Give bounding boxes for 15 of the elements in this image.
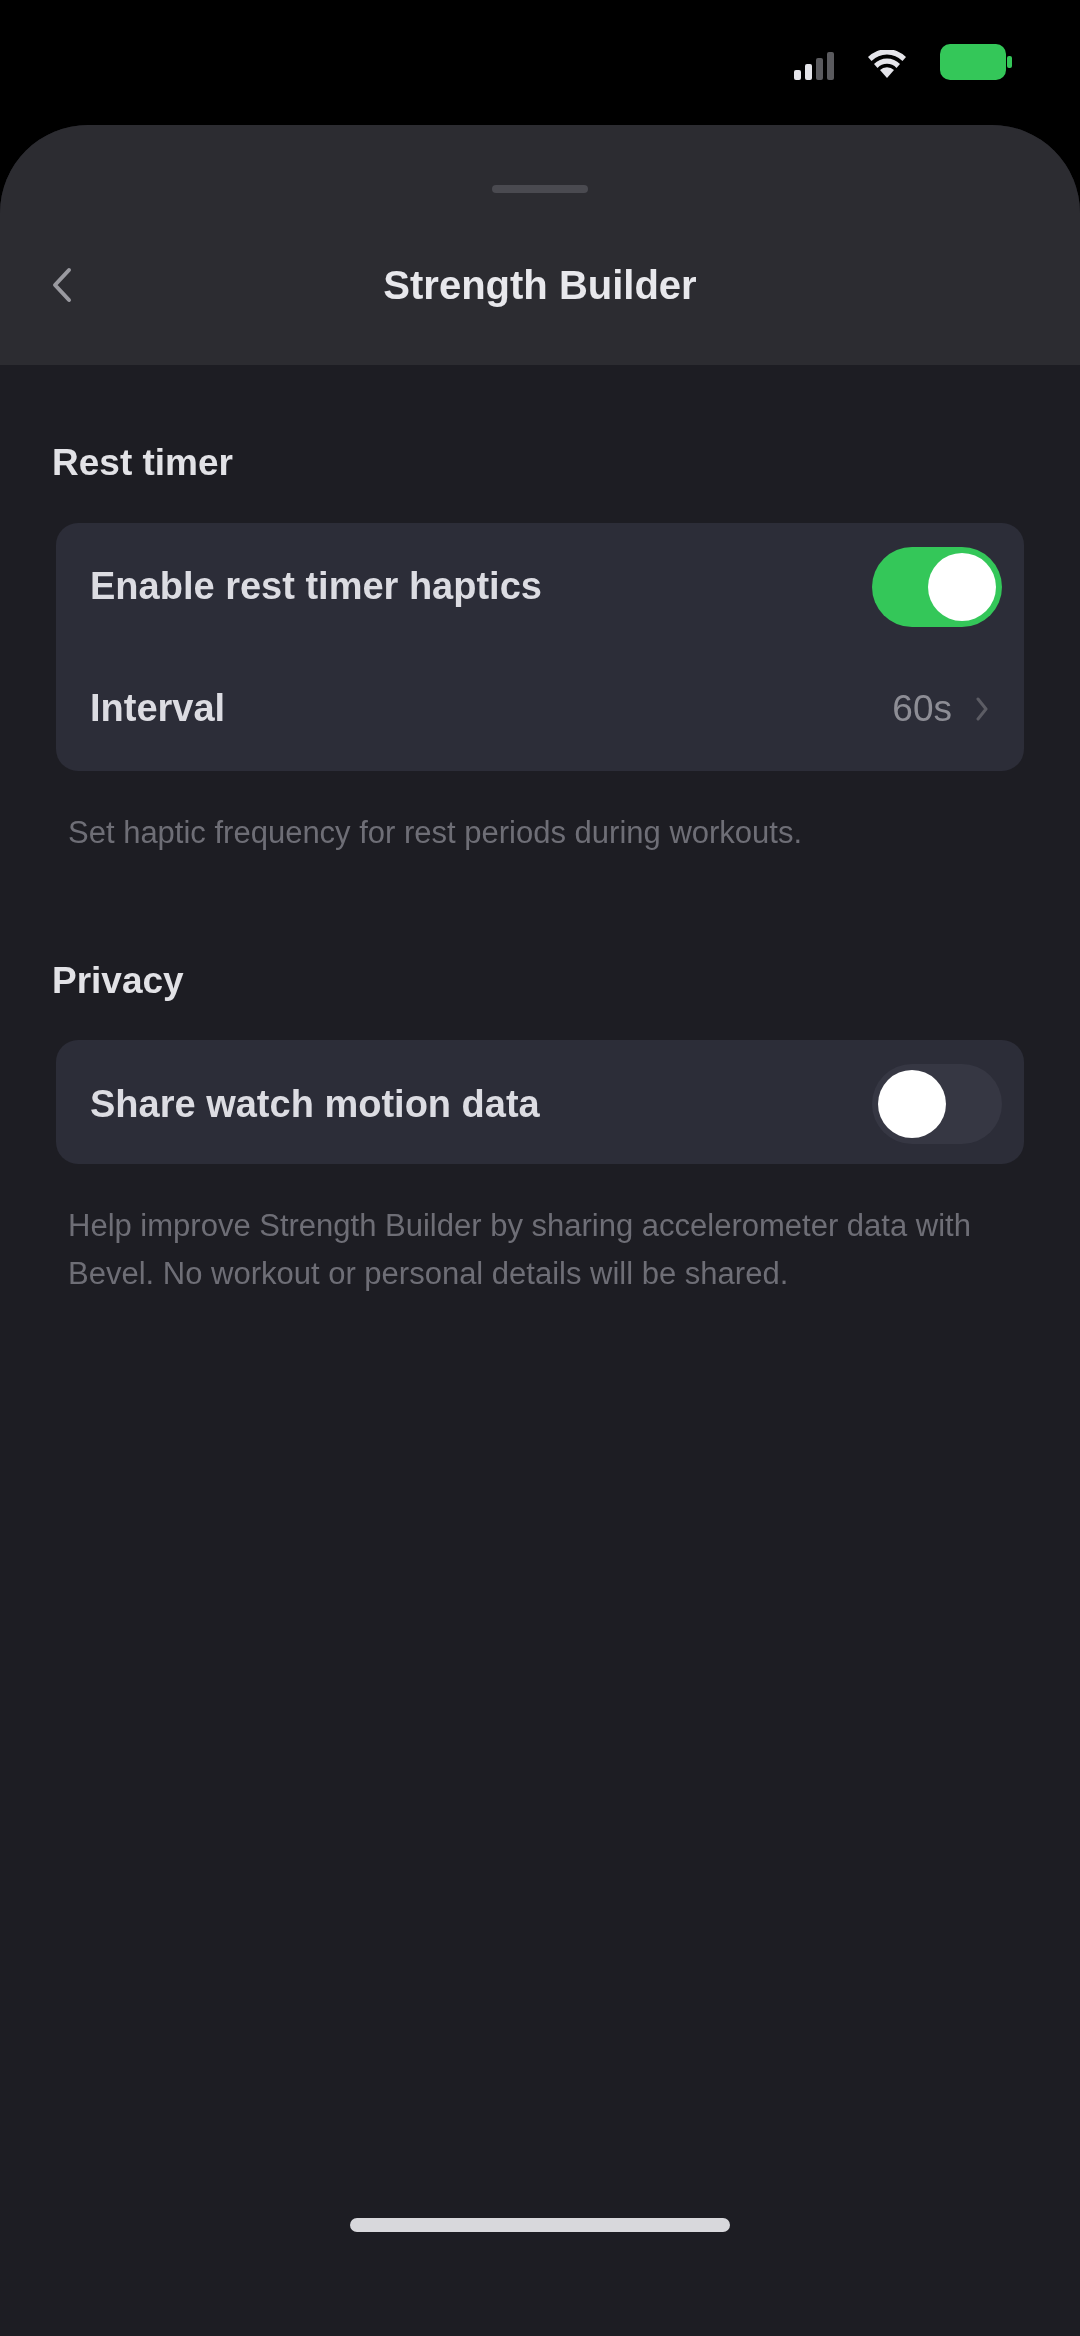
section-footer: Set haptic frequency for rest periods during workouts. — [52, 808, 1028, 857]
wifi-icon — [868, 50, 906, 78]
chevron-right-icon — [976, 696, 988, 721]
section-heading: Rest timer — [52, 441, 234, 485]
battery-icon — [940, 44, 1012, 80]
signal-icon — [794, 50, 834, 80]
setting-value[interactable]: 60s — [892, 680, 952, 737]
setting-label: Enable rest timer haptics — [90, 564, 542, 609]
screen-title: Strength Builder — [383, 262, 697, 309]
setting-label: Interval — [90, 686, 226, 731]
section-heading: Privacy — [52, 958, 185, 1003]
back-chevron-icon — [52, 267, 72, 303]
grabber-handle[interactable] — [492, 185, 588, 193]
setting-label: Share watch motion data — [90, 1081, 540, 1127]
section-footer: Help improve Strength Builder by sharing accelerometer data with Bevel. No workout or personal details will be shared. — [52, 1202, 1028, 1298]
